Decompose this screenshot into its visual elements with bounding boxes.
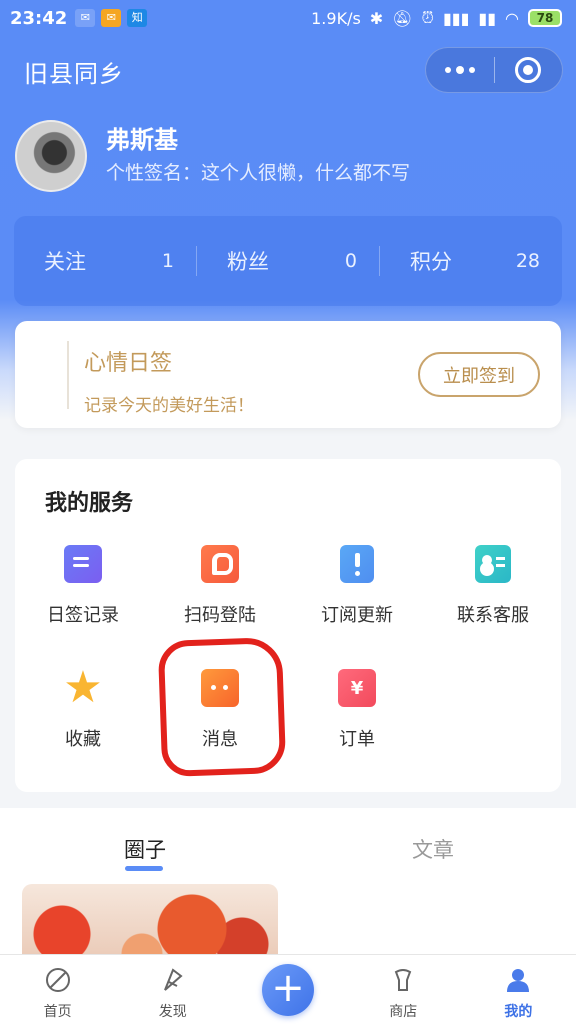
active-tab-indicator (125, 866, 163, 871)
services-card: 我的服务 日签记录 扫码登陆 订阅更新 联系客服 ★ 收藏 消息 ¥ 订单 (15, 459, 561, 792)
service-contact[interactable]: 联系客服 (425, 545, 561, 641)
net-speed: 1.9K/s (311, 8, 361, 28)
stat-label: 关注 (44, 250, 86, 274)
stats-card: 关注 1 粉丝 0 积分 28 (14, 216, 562, 306)
stat-following[interactable]: 关注 1 (14, 246, 196, 276)
nav-label: 我的 (504, 1004, 533, 1020)
star-icon: ★ (63, 662, 103, 713)
store-icon (388, 965, 418, 995)
create-post-button[interactable]: + (262, 964, 314, 1016)
tab-article[interactable]: 文章 (412, 834, 454, 864)
service-subscribe[interactable]: 订阅更新 (289, 545, 425, 641)
nav-label: 发现 (158, 1004, 187, 1020)
contact-icon (475, 545, 511, 583)
nav-label: 商店 (389, 1004, 418, 1020)
checkin-divider (67, 341, 69, 409)
signal-icon: ▮▮▮ (443, 8, 470, 28)
service-scan-login[interactable]: 扫码登陆 (152, 545, 288, 641)
signal-icon-2: ▮▮ (478, 8, 497, 28)
service-label: 联系客服 (457, 605, 529, 626)
discover-icon (158, 965, 188, 995)
service-orders[interactable]: ¥ 订单 (289, 669, 425, 765)
mood-checkin-card: 心情日签 记录今天的美好生活！ 立即签到 (15, 321, 561, 428)
nav-label: 首页 (43, 1004, 72, 1020)
checkin-button[interactable]: 立即签到 (418, 352, 540, 397)
stat-points[interactable]: 积分 28 (379, 246, 562, 276)
page-title: 旧县同乡 (24, 60, 124, 88)
stat-label: 粉丝 (227, 250, 269, 274)
alarm-icon: ⏰︎ (421, 8, 434, 27)
nav-home[interactable]: 首页 (0, 955, 115, 1024)
order-icon: ¥ (338, 669, 376, 707)
more-dots-icon (444, 65, 475, 74)
service-checkin-records[interactable]: 日签记录 (15, 545, 151, 641)
nav-profile[interactable]: 我的 (461, 955, 576, 1024)
mail-notification-icon: ✉ (101, 9, 122, 27)
status-time: 23:42 (10, 7, 68, 29)
service-label: 订阅更新 (321, 605, 393, 626)
service-label: 扫码登陆 (184, 605, 256, 626)
stat-label: 积分 (410, 250, 452, 274)
stat-value: 0 (344, 250, 357, 272)
checkin-subtitle: 记录今天的美好生活！ (84, 396, 254, 416)
zhihu-notification-icon: 知 (127, 9, 148, 27)
bluetooth-icon: ✱ (369, 8, 384, 28)
service-label: 日签记录 (47, 605, 119, 626)
home-compass-icon (43, 965, 73, 995)
miniprogram-capsule (425, 47, 563, 93)
stat-followers[interactable]: 粉丝 0 (196, 246, 379, 276)
note-icon (64, 545, 102, 583)
services-title: 我的服务 (45, 491, 134, 516)
more-button[interactable] (426, 48, 494, 92)
scan-login-icon (201, 545, 239, 583)
annotation-circle (157, 636, 287, 778)
nav-discover[interactable]: 发现 (115, 955, 230, 1024)
tab-circle[interactable]: 圈子 (124, 834, 166, 864)
subscribe-icon (340, 545, 374, 583)
battery-icon: 78 (528, 9, 562, 27)
service-label: 订单 (339, 729, 375, 750)
username: 弗斯基 (106, 126, 178, 154)
nav-store[interactable]: 商店 (346, 955, 461, 1024)
avatar[interactable] (15, 120, 87, 192)
close-miniprogram-button[interactable] (495, 48, 563, 92)
stat-value: 28 (515, 250, 540, 272)
service-favorites[interactable]: ★ 收藏 (15, 662, 151, 765)
signature: 个性签名：这个人很懒，什么都不写 (106, 162, 411, 184)
chat-notification-icon: ✉ (75, 9, 96, 27)
profile-icon (503, 965, 533, 995)
target-icon (515, 57, 542, 83)
stat-value: 1 (161, 250, 174, 272)
wifi-icon: ◠ (505, 8, 519, 28)
service-label: 收藏 (65, 729, 101, 750)
mute-icon: 🔕︎ (392, 8, 413, 28)
checkin-title: 心情日签 (84, 351, 173, 376)
status-bar: 23:42 ✉ ✉ 知 1.9K/s ✱ 🔕︎ ⏰︎ ▮▮▮ ▮▮ ◠ 78 (0, 0, 576, 36)
